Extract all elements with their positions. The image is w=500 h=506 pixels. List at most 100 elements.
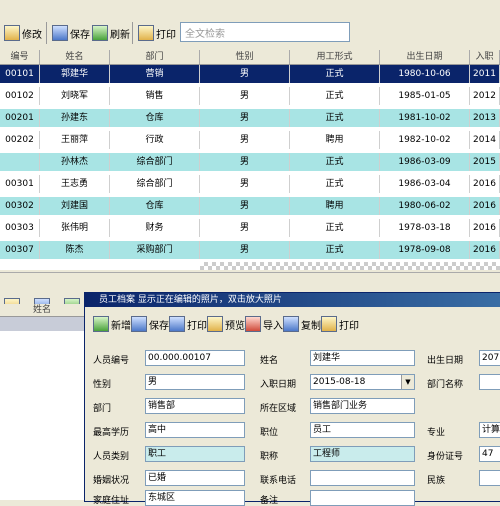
horizontal-scrollbar[interactable] <box>0 272 500 283</box>
cell-no: 00201 <box>0 109 40 127</box>
cell-dept: 行政 <box>110 131 200 149</box>
table-row[interactable]: 00303 张伟明 财务男正式 1978-03-18 2016 <box>0 219 500 237</box>
type-field[interactable]: 职工 <box>145 446 245 462</box>
cell-birth: 1978-03-18 <box>380 219 470 237</box>
remark-field[interactable] <box>310 490 415 506</box>
major-field[interactable]: 计算 <box>479 422 500 438</box>
cell-employ-type: 聘用 <box>290 197 380 215</box>
column-header-no[interactable]: 编号 <box>0 50 40 64</box>
print-icon <box>169 316 185 332</box>
empty-area <box>200 262 500 270</box>
cell-gender: 男 <box>200 131 290 149</box>
cell-no: 00101 <box>0 65 40 83</box>
table-row[interactable]: 00307 陈杰 采购部门男正式 1978-09-08 2016 <box>0 241 500 259</box>
cell-birth: 1986-03-09 <box>380 153 470 171</box>
marry-field[interactable]: 已婚 <box>145 470 245 486</box>
table-row[interactable]: 00302 刘建国 仓库男聘用 1980-06-02 2016 <box>0 197 500 215</box>
save-button[interactable]: 保存 <box>52 20 90 46</box>
cell-dept: 综合部门 <box>110 153 200 171</box>
refresh-icon <box>92 25 108 41</box>
cell-gender: 男 <box>200 87 290 105</box>
phone-field[interactable] <box>310 470 415 486</box>
dept2-label: 部门名称 <box>427 380 464 390</box>
employee-dialog: 员工档案 显示正在编辑的照片，双击放大照片 新增 保存 打印 预览 导入 复制 … <box>84 292 500 506</box>
column-header-name[interactable]: 姓名 <box>40 50 110 64</box>
table-row[interactable]: 00101 郭建华 营销男正式 1980-10-06 2011 <box>0 65 500 83</box>
print-icon <box>321 316 337 332</box>
cell-dept: 营销 <box>110 65 200 83</box>
cell-join: 2016 <box>470 197 500 215</box>
table-row[interactable]: 孙林杰 综合部门男正式 1986-03-09 2015 <box>0 153 500 171</box>
cell-employ-type: 正式 <box>290 109 380 127</box>
id-field[interactable]: 47 <box>479 446 500 462</box>
emp-no-field[interactable]: 00.000.00107 <box>145 350 245 366</box>
dialog-add-button[interactable]: 新增 <box>93 311 131 337</box>
print-button[interactable]: 打印 <box>138 20 176 46</box>
title-field[interactable]: 工程师 <box>310 446 415 462</box>
cell-birth: 1980-10-06 <box>380 65 470 83</box>
copy-icon <box>283 316 299 332</box>
cell-dept: 仓库 <box>110 109 200 127</box>
lower-list-header: 姓名 <box>0 304 84 317</box>
column-header-gender[interactable]: 性别 <box>200 50 290 64</box>
add-icon <box>93 316 109 332</box>
grid-header: 编号 姓名 部门 性别 用工形式 出生日期 入职 <box>0 50 500 65</box>
edu-label: 最高学历 <box>93 428 130 438</box>
dialog-print-button[interactable]: 打印 <box>169 311 207 337</box>
birth-field[interactable]: 207 <box>479 350 500 366</box>
dialog-save-button[interactable]: 保存 <box>131 311 169 337</box>
name-field[interactable]: 刘建华 <box>310 350 415 366</box>
nation-field[interactable] <box>479 470 500 486</box>
address-field[interactable]: 东城区 <box>145 490 245 506</box>
employee-grid: 编号 姓名 部门 性别 用工形式 出生日期 入职 00101 郭建华 营销男正式 19… <box>0 50 500 270</box>
phone-label: 联系电话 <box>260 476 297 486</box>
join-date-field[interactable]: 2015-08-18 ▼ <box>310 374 415 390</box>
column-header-dept[interactable]: 部门 <box>110 50 200 64</box>
cell-dept: 采购部门 <box>110 241 200 259</box>
table-row[interactable]: 00102 刘晓军 销售男正式 1985-01-05 2012 <box>0 87 500 105</box>
cell-no: 00307 <box>0 241 40 259</box>
post-field[interactable]: 员工 <box>310 422 415 438</box>
dialog-copy-button[interactable]: 复制 <box>283 311 321 337</box>
column-header-birth[interactable]: 出生日期 <box>380 50 470 64</box>
cell-join: 2014 <box>470 131 500 149</box>
cell-gender: 男 <box>200 153 290 171</box>
edit-button[interactable]: 修改 <box>4 20 42 46</box>
cell-join: 2013 <box>470 109 500 127</box>
major-label: 专业 <box>427 428 446 438</box>
emp-no-label: 人员编号 <box>93 356 130 366</box>
cell-no: 00102 <box>0 87 40 105</box>
search-input[interactable]: 全文检索 <box>180 22 350 42</box>
join-label: 入职日期 <box>260 380 297 390</box>
cell-name: 王志勇 <box>40 175 110 193</box>
cell-join: 2015 <box>470 153 500 171</box>
gender-field[interactable]: 男 <box>145 374 245 390</box>
column-header-join[interactable]: 入职 <box>470 50 500 64</box>
column-header-employ-type[interactable]: 用工形式 <box>290 50 380 64</box>
cell-gender: 男 <box>200 241 290 259</box>
lower-list-row[interactable] <box>0 317 84 331</box>
table-row[interactable]: 00201 孙建东 仓库男正式 1981-10-02 2013 <box>0 109 500 127</box>
dialog-print2-button[interactable]: 打印 <box>321 311 359 337</box>
cell-gender: 男 <box>200 65 290 83</box>
name-label: 姓名 <box>260 356 279 366</box>
chevron-down-icon[interactable]: ▼ <box>401 375 414 389</box>
cell-employ-type: 正式 <box>290 65 380 83</box>
cell-join: 2016 <box>470 241 500 259</box>
dialog-toolbar: 新增 保存 打印 预览 导入 复制 打印 <box>85 309 500 339</box>
dept2-field[interactable] <box>479 374 500 390</box>
dialog-import-button[interactable]: 导入 <box>245 311 283 337</box>
refresh-button[interactable]: 刷新 <box>92 20 130 46</box>
workplace-field[interactable]: 销售部门业务 <box>310 398 415 414</box>
table-row[interactable]: 00202 王丽萍 行政男聘用 1982-10-02 2014 <box>0 131 500 149</box>
cell-no <box>0 153 40 171</box>
cell-name: 郭建华 <box>40 65 110 83</box>
dialog-preview-button[interactable]: 预览 <box>207 311 245 337</box>
gender-label: 性别 <box>93 380 112 390</box>
dept-field[interactable]: 销售部 <box>145 398 245 414</box>
cell-gender: 男 <box>200 219 290 237</box>
cell-no: 00303 <box>0 219 40 237</box>
cell-employ-type: 正式 <box>290 241 380 259</box>
edu-field[interactable]: 高中 <box>145 422 245 438</box>
table-row[interactable]: 00301 王志勇 综合部门男正式 1986-03-04 2016 <box>0 175 500 193</box>
